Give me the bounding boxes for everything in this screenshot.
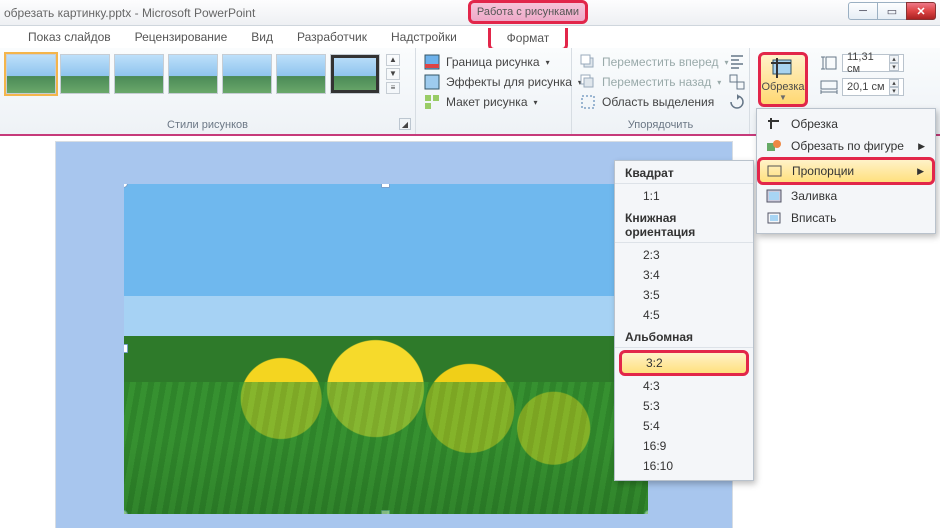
- picture-border-button[interactable]: Граница рисунка ▾: [424, 54, 565, 70]
- aspect-icon: [766, 163, 784, 179]
- ratio-item[interactable]: 16:10: [615, 456, 753, 476]
- height-icon: [820, 56, 838, 70]
- ratio-item[interactable]: 2:3: [615, 245, 753, 265]
- spin-down[interactable]: ▾: [889, 87, 899, 95]
- group-icon[interactable]: [729, 74, 745, 90]
- ratio-item[interactable]: 16:9: [615, 436, 753, 456]
- resize-handle[interactable]: [644, 510, 648, 514]
- ratio-header-landscape: Альбомная: [615, 325, 753, 348]
- ratio-item[interactable]: 1:1: [615, 186, 753, 206]
- layout-icon: [424, 94, 440, 110]
- bring-forward-icon: [580, 54, 596, 70]
- crop-icon: [765, 116, 783, 132]
- picture-style-thumb[interactable]: [222, 54, 272, 94]
- ratio-item[interactable]: 3:4: [615, 265, 753, 285]
- ratio-item[interactable]: 5:3: [615, 396, 753, 416]
- send-backward-icon: [580, 74, 596, 90]
- dropdown-icon: ▾: [546, 58, 550, 67]
- resize-handle[interactable]: [124, 510, 128, 514]
- menu-crop[interactable]: Обрезка: [759, 113, 933, 135]
- picture-style-thumb[interactable]: [6, 54, 56, 94]
- tab-addins[interactable]: Надстройки: [379, 27, 469, 47]
- menu-aspect-ratio[interactable]: Пропорции ▶: [757, 157, 935, 185]
- resize-handle[interactable]: [381, 510, 390, 514]
- ratio-header-portrait: Книжная ориентация: [615, 206, 753, 243]
- dialog-launcher-icon[interactable]: ◢: [399, 118, 411, 130]
- menu-fill[interactable]: Заливка: [759, 185, 933, 207]
- fit-icon: [765, 210, 783, 226]
- group-label: Упорядочить: [572, 117, 749, 134]
- document-title: обрезать картинку.pptx: [4, 6, 131, 20]
- ribbon-tabs: Показ слайдов Рецензирование Вид Разрабо…: [0, 26, 940, 48]
- group-arrange: Переместить вперед ▾ Переместить назад ▾…: [572, 48, 750, 134]
- title-bar: обрезать картинку.pptx - Microsoft Power…: [0, 0, 940, 26]
- shape-icon: [765, 138, 783, 154]
- rotate-icon[interactable]: [729, 94, 745, 110]
- dropdown-icon: ▼: [779, 93, 787, 102]
- bring-forward-button[interactable]: Переместить вперед ▾: [580, 54, 743, 70]
- tab-developer[interactable]: Разработчик: [285, 27, 379, 47]
- ratio-item[interactable]: 3:5: [615, 285, 753, 305]
- group-label: Стили рисунков: [0, 117, 415, 134]
- submenu-arrow-icon: ▶: [918, 141, 925, 152]
- app-name: Microsoft PowerPoint: [142, 6, 255, 20]
- fill-icon: [765, 188, 783, 204]
- group-picture-format: Граница рисунка ▾ Эффекты для рисунка ▾ …: [416, 48, 572, 134]
- selection-pane-button[interactable]: Область выделения: [580, 94, 743, 110]
- close-button[interactable]: ✕: [906, 2, 936, 20]
- crop-icon: [769, 57, 797, 81]
- resize-handle[interactable]: [124, 344, 128, 353]
- menu-crop-to-shape[interactable]: Обрезать по фигуре ▶: [759, 135, 933, 157]
- align-icon[interactable]: [729, 54, 745, 70]
- styles-more[interactable]: ≡: [386, 82, 400, 94]
- picture-style-thumb[interactable]: [330, 54, 380, 94]
- submenu-arrow-icon: ▶: [917, 166, 924, 177]
- picture-style-thumb[interactable]: [168, 54, 218, 94]
- picture-effects-button[interactable]: Эффекты для рисунка ▾: [424, 74, 565, 90]
- selection-icon: [580, 94, 596, 110]
- effects-icon: [424, 74, 440, 90]
- styles-scroll-down[interactable]: ▼: [386, 68, 400, 80]
- ratio-item-selected[interactable]: 3:2: [619, 350, 749, 376]
- picture-style-thumb[interactable]: [276, 54, 326, 94]
- tab-view[interactable]: Вид: [239, 27, 285, 47]
- ratio-item[interactable]: 5:4: [615, 416, 753, 436]
- height-field[interactable]: 11,31 см ▴▾: [842, 54, 904, 72]
- resize-handle[interactable]: [124, 184, 128, 188]
- resize-handle[interactable]: [381, 184, 390, 188]
- group-picture-styles: ▲ ▼ ≡ Стили рисунков ◢: [0, 48, 416, 134]
- spin-up[interactable]: ▴: [889, 55, 899, 63]
- send-backward-button[interactable]: Переместить назад ▾: [580, 74, 743, 90]
- width-field[interactable]: 20,1 см ▴▾: [842, 78, 904, 96]
- tab-slideshow[interactable]: Показ слайдов: [16, 27, 123, 47]
- spin-up[interactable]: ▴: [889, 79, 899, 87]
- picture-daffodils[interactable]: [124, 184, 648, 514]
- maximize-button[interactable]: ▭: [877, 2, 907, 20]
- styles-scroll-up[interactable]: ▲: [386, 54, 400, 66]
- dropdown-icon: ▾: [534, 98, 538, 107]
- menu-fit[interactable]: Вписать: [759, 207, 933, 229]
- width-icon: [820, 80, 838, 94]
- crop-dropdown-menu: Обрезка Обрезать по фигуре ▶ Пропорции ▶…: [756, 108, 936, 234]
- picture-style-thumb[interactable]: [114, 54, 164, 94]
- picture-style-thumb[interactable]: [60, 54, 110, 94]
- ratio-header-square: Квадрат: [615, 161, 753, 184]
- minimize-button[interactable]: ─: [848, 2, 878, 20]
- spin-down[interactable]: ▾: [889, 63, 899, 71]
- ratio-item[interactable]: 4:5: [615, 305, 753, 325]
- border-icon: [424, 54, 440, 70]
- ratio-item[interactable]: 4:3: [615, 376, 753, 396]
- contextual-tab-picture-tools[interactable]: Работа с рисунками: [468, 0, 588, 24]
- crop-button[interactable]: Обрезка ▼: [758, 52, 808, 107]
- aspect-ratio-submenu: Квадрат 1:1 Книжная ориентация 2:3 3:4 3…: [614, 160, 754, 481]
- picture-layout-button[interactable]: Макет рисунка ▾: [424, 94, 565, 110]
- tab-review[interactable]: Рецензирование: [123, 27, 240, 47]
